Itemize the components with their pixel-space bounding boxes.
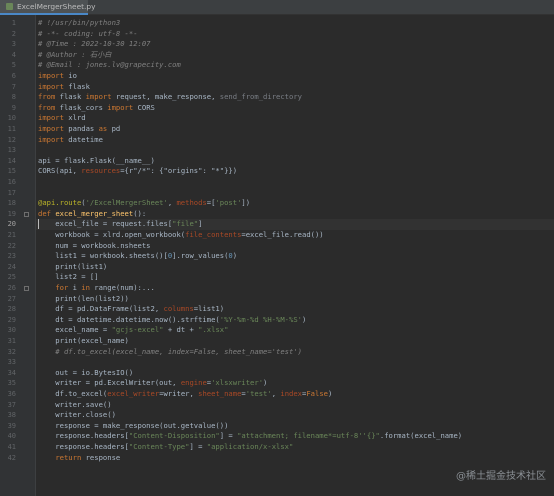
line-number: 28 <box>7 305 16 314</box>
line-number: 21 <box>7 231 16 239</box>
code-line[interactable]: response.headers["Content-Disposition"] … <box>38 431 462 442</box>
code-line[interactable]: excel_name = "gcjs-excel" + dt + ".xlsx" <box>38 325 228 336</box>
line-number: 38 <box>7 411 16 420</box>
code-line[interactable]: df.to_excel(excel_writer=writer, sheet_n… <box>38 389 332 400</box>
line-number: 16 <box>7 178 16 186</box>
code-line[interactable]: print(list1) <box>38 262 107 273</box>
line-number: 23 <box>7 252 16 261</box>
line-number: 3 <box>11 40 16 49</box>
line-number: 2 <box>11 29 16 38</box>
line-number: 17 <box>7 188 16 197</box>
line-number: 25 <box>7 273 16 282</box>
code-line[interactable]: import pandas as pd <box>38 124 120 135</box>
line-number: 34 <box>7 368 16 377</box>
code-line[interactable]: response.headers["Content-Type"] = "appl… <box>38 442 293 453</box>
python-file-icon <box>6 3 13 10</box>
code-line[interactable]: # -*- coding: utf-8 -*- <box>38 29 138 40</box>
code-line[interactable]: writer.close() <box>38 410 116 421</box>
code-line[interactable]: # df.to_excel(excel_name, index=False, s… <box>38 347 302 358</box>
code-line[interactable]: @api.route('/ExcelMergerSheet', methods=… <box>38 198 250 209</box>
file-tab-label: ExcelMergerSheet.py <box>17 2 96 11</box>
code-line[interactable]: writer.save() <box>38 400 111 411</box>
code-line[interactable]: import datetime <box>38 135 103 146</box>
code-line[interactable]: from flask_cors import CORS <box>38 103 155 114</box>
line-number: 26 <box>7 284 16 292</box>
line-number: 18 <box>7 199 16 208</box>
line-number: 20 <box>7 220 16 229</box>
line-number: 29 <box>7 315 16 324</box>
line-number: 9 <box>11 103 16 112</box>
line-number: 40 <box>7 432 16 441</box>
text-caret <box>38 219 39 230</box>
line-number: 24 <box>7 262 16 271</box>
code-line[interactable]: # @Time : 2022-10-30 12:07 <box>38 39 151 50</box>
code-line[interactable]: out = io.BytesIO() <box>38 368 133 379</box>
line-number: 35 <box>7 379 16 388</box>
line-number: 11 <box>7 125 16 133</box>
line-number: 37 <box>7 400 16 409</box>
line-number: 13 <box>7 146 16 155</box>
line-number: 22 <box>7 241 16 250</box>
code-line[interactable]: return response <box>38 453 120 464</box>
fold-marker-icon[interactable] <box>24 211 29 217</box>
code-line[interactable]: # @Author : 石小白 <box>38 50 112 61</box>
line-number: 7 <box>11 82 16 91</box>
code-line[interactable]: list1 = workbook.sheets()[0].row_values(… <box>38 251 237 262</box>
code-line[interactable]: writer = pd.ExcelWriter(out, engine='xls… <box>38 378 267 389</box>
file-tab[interactable]: ExcelMergerSheet.py <box>0 0 95 15</box>
line-number: 15 <box>7 167 16 176</box>
editor-tab-bar: ExcelMergerSheet.py <box>0 0 554 15</box>
code-line[interactable]: workbook = xlrd.open_workbook(file_conte… <box>38 230 323 241</box>
code-line[interactable]: num = workbook.nsheets <box>38 241 150 252</box>
line-number: 39 <box>7 421 16 430</box>
code-line[interactable]: from flask import request, make_response… <box>38 92 302 103</box>
code-line[interactable]: for i in range(num):... <box>38 283 155 294</box>
line-number: 42 <box>7 453 16 462</box>
line-number: 27 <box>7 294 16 303</box>
line-number-gutter[interactable]: 1 2 3 4 5 6 7 8 9 10 11 12 13 14 15 16 17 18 19 20 21 22 23 24 2… <box>0 15 36 496</box>
code-line[interactable]: def excel_merger_sheet(): <box>38 209 146 220</box>
line-number: 33 <box>7 358 16 367</box>
code-line[interactable]: import io <box>38 71 77 82</box>
line-number: 30 <box>7 326 16 335</box>
code-line[interactable]: print(len(list2)) <box>38 294 129 305</box>
code-line[interactable]: excel_file = request.files["file"] <box>38 219 202 230</box>
line-number: 8 <box>11 93 16 102</box>
code-line[interactable]: response = make_response(out.getvalue()) <box>38 421 228 432</box>
fold-marker-icon[interactable] <box>24 286 29 291</box>
code-line[interactable]: # !/usr/bin/python3 <box>38 18 120 29</box>
code-line[interactable]: dt = datetime.datetime.now().strftime('%… <box>38 315 306 326</box>
line-number: 4 <box>11 50 16 59</box>
code-line[interactable]: df = pd.DataFrame(list2, columns=list1) <box>38 304 224 315</box>
line-number: 6 <box>11 72 16 80</box>
line-number: 1 <box>11 19 16 27</box>
code-line[interactable]: CORS(api, resources={r"/*": {"origins": … <box>38 166 237 177</box>
line-number: 36 <box>7 390 16 398</box>
code-line[interactable]: import flask <box>38 82 90 93</box>
line-number: 14 <box>7 156 16 165</box>
code-line[interactable]: api = flask.Flask(__name__) <box>38 156 155 167</box>
line-number: 19 <box>7 209 16 218</box>
line-number: 32 <box>7 347 16 356</box>
line-number: 12 <box>7 135 16 144</box>
line-number: 31 <box>7 337 16 345</box>
code-line[interactable]: # @Email : jones.lv@grapecity.com <box>38 60 181 71</box>
code-line[interactable]: import xlrd <box>38 113 86 124</box>
line-number: 10 <box>7 114 16 123</box>
line-number: 5 <box>11 61 16 70</box>
code-line[interactable]: print(excel_name) <box>38 336 129 347</box>
watermark: @稀土掘金技术社区 <box>456 471 546 482</box>
line-number: 41 <box>7 443 16 451</box>
code-line[interactable]: list2 = [] <box>38 272 98 283</box>
